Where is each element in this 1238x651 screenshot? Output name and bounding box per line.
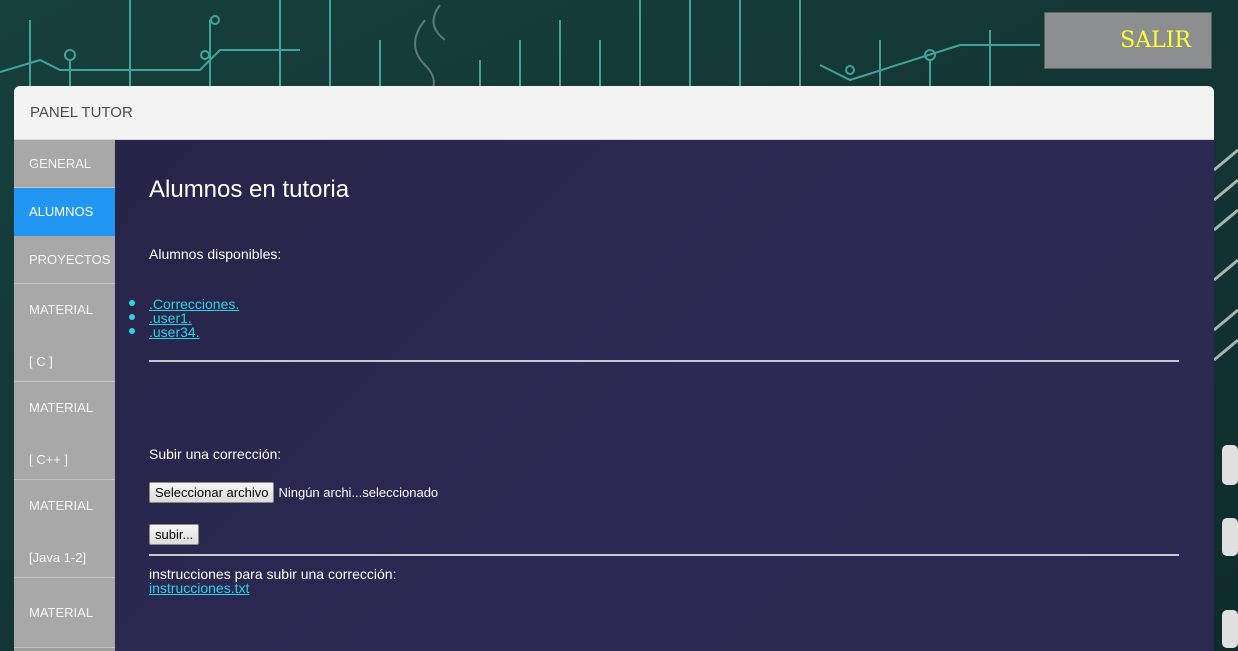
file-input: Seleccionar archivo Ningún archi...selec… [149,482,438,503]
tab-material-c[interactable]: MATERIAL [ C ] [14,284,115,382]
instructions-link[interactable]: instrucciones.txt [149,580,249,596]
tab-alumnos[interactable]: ALUMNOS [14,188,115,236]
tab-sublabel: [ C++ ] [29,452,69,467]
tab-label: GENERAL [29,156,92,171]
divider [149,360,1179,362]
file-status: Ningún archi...seleccionado [278,485,439,500]
tab-general[interactable]: GENERAL [14,140,115,188]
upload-label: Subir una corrección: [149,446,282,462]
tab-material-java[interactable]: MATERIAL [Java 1-2] [14,480,115,578]
choose-file-button[interactable]: Seleccionar archivo [149,482,275,503]
tab-label: MATERIAL [29,302,94,317]
tab-sublabel: [ C ] [29,354,53,369]
tab-proyectos[interactable]: PROYECTOS [14,236,115,284]
student-link[interactable]: .user34. [149,324,200,340]
instructions-text: instrucciones para subir una corrección: [149,566,397,582]
student-list: .Correcciones. .user1. .user34. [115,297,239,339]
divider [149,554,1179,556]
tab-label: PROYECTOS [29,252,111,267]
tab-label: MATERIAL [29,498,94,513]
sidebar: GENERAL ALUMNOS PROYECTOS MATERIAL [ C ]… [14,140,115,651]
tab-label: MATERIAL [29,400,94,415]
list-item: .user1. [128,311,239,325]
page-title: Alumnos en tutoria [149,176,350,203]
tab-material-cpp[interactable]: MATERIAL [ C++ ] [14,382,115,480]
submit-button[interactable]: subir... [149,524,200,545]
tab-sublabel: [Java 1-2] [29,550,87,565]
list-item: .Correcciones. [128,297,239,311]
list-item: .user34. [128,324,239,340]
instructions: instrucciones para subir una corrección:… [149,567,396,595]
tab-label: ALUMNOS [29,204,94,219]
available-students-label: Alumnos disponibles: [149,246,282,262]
tab-material[interactable]: MATERIAL [14,578,115,648]
tutor-panel: PANEL TUTOR GENERAL ALUMNOS PROYECTOS MA… [14,86,1214,651]
panel-title: PANEL TUTOR [14,86,1214,140]
logout-button[interactable]: SALIR [1044,12,1212,69]
tab-label: MATERIAL [29,605,94,620]
main-content: Alumnos en tutoria Alumnos disponibles: … [115,140,1214,651]
